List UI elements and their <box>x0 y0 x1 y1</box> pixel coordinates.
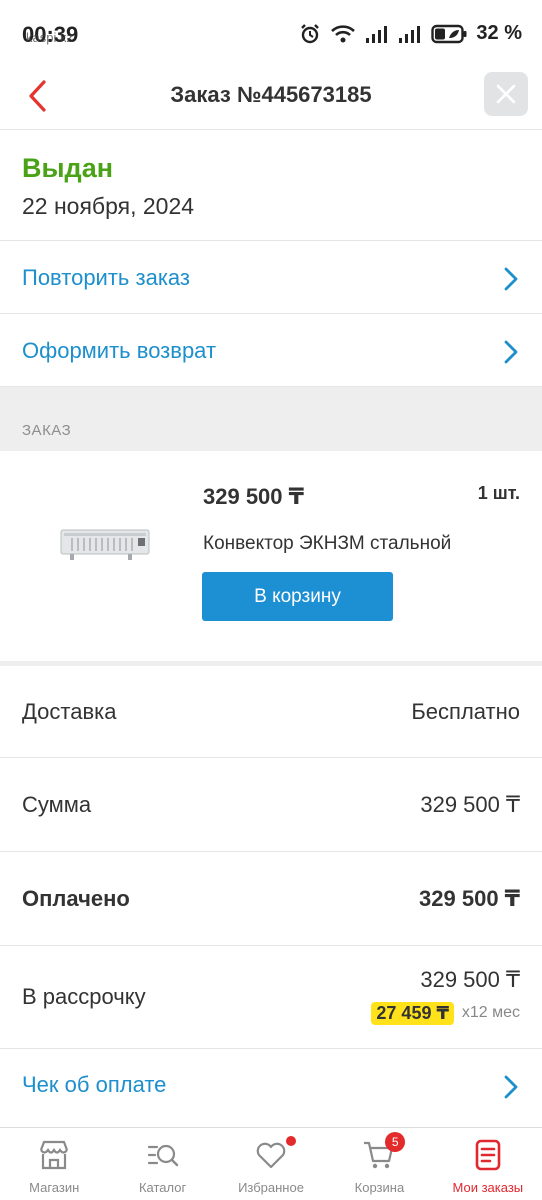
nav-label-favorites: Избранное <box>238 1180 304 1195</box>
sum-row: Сумма 329 500 ₸ <box>0 758 542 852</box>
nav-item-my-orders[interactable]: Мои заказы <box>434 1128 542 1200</box>
product-quantity: 1 шт. <box>477 483 520 503</box>
catalog-search-icon <box>147 1144 178 1167</box>
installment-label: В рассрочку <box>22 984 146 1009</box>
nav-label-cart: Корзина <box>354 1180 405 1195</box>
close-button[interactable] <box>484 72 528 116</box>
product-price: 329 500 ₸ <box>203 484 304 509</box>
nav-item-cart[interactable]: 5 Корзина <box>325 1128 433 1200</box>
bottom-navigation: Магазин Каталог Избранное 5 Корзина Мои … <box>0 1127 542 1200</box>
nav-item-favorites[interactable]: Избранное <box>217 1128 325 1200</box>
section-label: ЗАКАЗ <box>22 422 72 439</box>
return-order-row[interactable]: Оформить возврат <box>0 314 542 387</box>
delivery-value: Бесплатно <box>411 699 520 724</box>
sum-label: Сумма <box>22 792 92 817</box>
chevron-right-icon <box>504 267 518 291</box>
close-icon <box>496 84 516 104</box>
nav-label-shop: Магазин <box>29 1180 80 1195</box>
order-date: 22 ноября, 2024 <box>22 193 195 219</box>
header: Заказ №445673185 <box>0 62 542 130</box>
delivery-row: Доставка Бесплатно <box>0 666 542 758</box>
installment-monthly-badge: 27 459 ₸ <box>371 1002 454 1025</box>
chevron-right-icon <box>504 340 518 364</box>
signal-icon-1 <box>366 25 388 43</box>
nav-item-shop[interactable]: Магазин <box>0 1128 108 1200</box>
status-icons: 32 % <box>299 22 522 45</box>
installment-row: В рассрочку 329 500 ₸ 27 459 ₸ x12 мес <box>0 946 542 1049</box>
paid-value: 329 500 ₸ <box>419 886 520 911</box>
status-overlay-text: kaspi.kz <box>26 30 73 45</box>
installment-value: 329 500 ₸ <box>420 967 520 992</box>
sum-value: 329 500 ₸ <box>420 792 520 817</box>
nav-label-catalog: Каталог <box>138 1180 187 1195</box>
product-image[interactable] <box>60 527 150 561</box>
repeat-order-label: Повторить заказ <box>22 265 190 290</box>
orders-icon <box>475 1139 501 1171</box>
page-title: Заказ №445673185 <box>170 82 372 107</box>
paid-label: Оплачено <box>22 886 130 911</box>
status-bar: 00:39 kaspi.kz 32 % <box>0 0 542 62</box>
signal-icon-2 <box>399 25 421 43</box>
nav-item-catalog[interactable]: Каталог <box>108 1128 216 1200</box>
nav-label-my-orders: Мои заказы <box>452 1180 524 1195</box>
heart-icon <box>256 1142 286 1169</box>
alarm-icon <box>301 23 320 43</box>
order-status-block: Выдан 22 ноября, 2024 <box>0 131 542 241</box>
return-order-label: Оформить возврат <box>22 338 217 363</box>
installment-term: x12 мес <box>461 1004 520 1021</box>
product-item: 329 500 ₸ 1 шт. Конвектор ЭКНЗМ стальной… <box>0 451 542 661</box>
battery-percent: 32 % <box>476 22 522 44</box>
product-name[interactable]: Конвектор ЭКНЗМ стальной <box>203 533 451 555</box>
order-section-header: ЗАКАЗ <box>0 387 542 451</box>
shop-icon <box>40 1140 69 1170</box>
chevron-right-icon <box>504 1075 518 1099</box>
repeat-order-row[interactable]: Повторить заказ <box>0 241 542 314</box>
wifi-icon <box>331 24 356 42</box>
favorites-indicator-dot <box>285 1136 296 1146</box>
delivery-label: Доставка <box>22 699 117 724</box>
battery-icon <box>431 24 467 43</box>
cart-count-badge: 5 <box>385 1132 406 1152</box>
payment-receipt-label: Чек об оплате <box>22 1072 167 1097</box>
order-status: Выдан <box>22 153 114 183</box>
add-to-cart-button[interactable]: В корзину <box>202 572 393 621</box>
paid-row: Оплачено 329 500 ₸ <box>0 852 542 946</box>
payment-receipt-row[interactable]: Чек об оплате <box>0 1049 542 1125</box>
